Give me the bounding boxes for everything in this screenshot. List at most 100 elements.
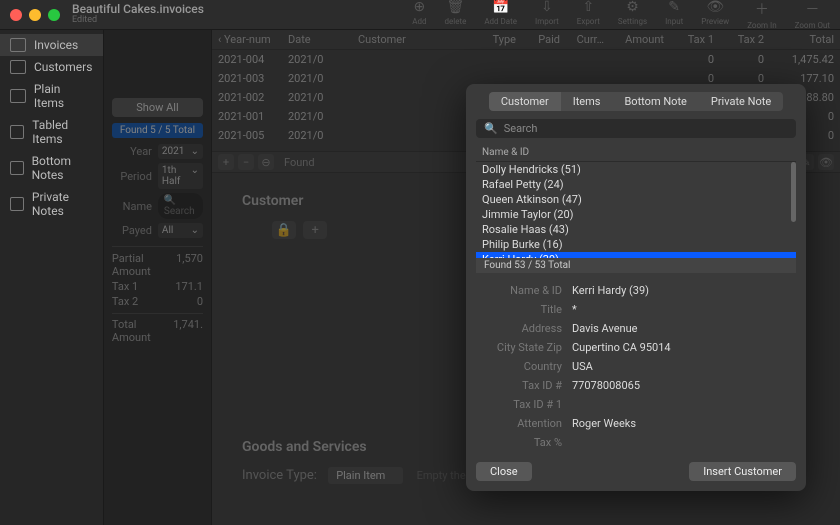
payed-select[interactable]: All⌄ xyxy=(158,223,203,238)
toolbar-export[interactable]: ⇧Export xyxy=(577,0,600,30)
toolbar: ⊕Add 🗑delete 📅Add Date ⇩Import ⇧Export ⚙Setti… xyxy=(412,0,830,30)
list-item[interactable]: Queen Atkinson (47) xyxy=(476,192,796,207)
tab-private-note[interactable]: Private Note xyxy=(699,92,783,111)
sidebar-item-private-notes[interactable]: Private Notes xyxy=(0,186,103,222)
toolbar-zoom-in[interactable]: ＋Zoom In xyxy=(747,0,776,30)
found-count-badge: Found 5 / 5 Total xyxy=(112,123,203,138)
toolbar-settings[interactable]: ⚙Settings xyxy=(618,0,647,30)
doc-icon xyxy=(10,161,24,175)
total-amount-value: 1,741. xyxy=(173,318,203,344)
col-date[interactable]: Date xyxy=(282,30,352,49)
toolbar-delete[interactable]: 🗑delete xyxy=(445,0,467,30)
modal-search-input[interactable]: 🔍 Search xyxy=(476,119,796,138)
sidebar-item-bottom-notes[interactable]: Bottom Notes xyxy=(0,150,103,186)
search-icon: 🔍 xyxy=(484,122,498,135)
sidebar-item-invoices[interactable]: Invoices xyxy=(0,34,103,56)
total-amount-label: Total Amount xyxy=(112,318,173,344)
tab-items[interactable]: Items xyxy=(561,92,613,111)
list-item[interactable]: Rafael Petty (24) xyxy=(476,177,796,192)
tax2-value: 0 xyxy=(197,295,203,308)
scrollbar-thumb[interactable] xyxy=(791,162,796,222)
partial-amount-label: Partial Amount xyxy=(112,252,176,278)
year-select[interactable]: 2021⌄ xyxy=(158,144,203,159)
doc-icon xyxy=(10,197,24,211)
preview-icon: 👁 xyxy=(706,0,724,15)
close-button[interactable]: Close xyxy=(476,462,532,481)
table-row[interactable]: 2021-0042021/0001,475.42 xyxy=(212,50,840,69)
sidebar-item-customers[interactable]: Customers xyxy=(0,56,103,78)
doc-icon xyxy=(10,60,26,74)
partial-amount-value: 1,570 xyxy=(176,252,203,278)
list-item[interactable]: Rosalie Haas (43) xyxy=(476,222,796,237)
toolbar-add[interactable]: ⊕Add xyxy=(412,0,426,30)
sidebar-item-tabled-items[interactable]: Tabled Items xyxy=(0,114,103,150)
toolbar-preview[interactable]: 👁Preview xyxy=(701,0,729,30)
sidebar: InvoicesCustomersPlain ItemsTabled Items… xyxy=(0,30,104,525)
settings-icon: ⚙ xyxy=(626,0,639,15)
list-item[interactable]: Jimmie Taylor (20) xyxy=(476,207,796,222)
modal-status: Found 53 / 53 Total xyxy=(476,258,796,273)
insert-customer-button[interactable]: Insert Customer xyxy=(689,462,796,481)
remove-row-button[interactable]: − xyxy=(238,154,254,170)
filter-panel: Show All Found 5 / 5 Total Year2021⌄ Per… xyxy=(104,30,212,525)
delete-icon: 🗑 xyxy=(447,0,465,15)
minimize-window-icon[interactable] xyxy=(29,9,41,21)
lock-icon[interactable]: 🔒 xyxy=(272,221,296,239)
add date-icon: 📅 xyxy=(492,0,509,15)
add-row-button[interactable]: + xyxy=(218,154,234,170)
modal-tabs: CustomerItemsBottom NotePrivate Note xyxy=(466,84,806,119)
detail-attention: Roger Weeks xyxy=(572,417,636,430)
name-label: Name xyxy=(112,200,152,213)
col-curr-[interactable]: Curr… xyxy=(566,30,610,49)
add-icon: ⊕ xyxy=(414,0,426,15)
col-type[interactable]: Type xyxy=(472,30,522,49)
tax1-label: Tax 1 xyxy=(112,280,138,293)
tab-bottom-note[interactable]: Bottom Note xyxy=(612,92,698,111)
window-controls xyxy=(10,9,60,21)
toolbar-import[interactable]: ⇩Import xyxy=(535,0,559,30)
period-select[interactable]: 1th Half⌄ xyxy=(158,163,203,189)
customer-picker-modal: CustomerItemsBottom NotePrivate Note 🔍 S… xyxy=(466,84,806,491)
col-paid[interactable]: Paid xyxy=(522,30,566,49)
close-window-icon[interactable] xyxy=(10,9,22,21)
col-amount[interactable]: Amount xyxy=(610,30,670,49)
detail-name: Kerri Hardy (39) xyxy=(572,284,649,297)
detail-csz: Cupertino CA 95014 xyxy=(572,341,671,354)
year-label: Year xyxy=(112,145,152,158)
add-lock-button[interactable]: + xyxy=(303,221,327,239)
payed-label: Payed xyxy=(112,224,152,237)
tax1-value: 171.1 xyxy=(175,280,203,293)
modal-list-header: Name & ID xyxy=(476,144,796,162)
detail-taxid: 77078008065 xyxy=(572,379,640,392)
list-item[interactable]: Philip Burke (16) xyxy=(476,237,796,252)
col-tax-2[interactable]: Tax 2 xyxy=(720,30,770,49)
modal-list[interactable]: Dolly Hendricks (51)Rafael Petty (24)Que… xyxy=(476,162,796,258)
list-item[interactable]: Kerri Hardy (39) xyxy=(476,252,796,258)
toolbar-add-date[interactable]: 📅Add Date xyxy=(484,0,517,30)
preview-mode-button[interactable]: 👁 xyxy=(818,154,834,170)
zoom-window-icon[interactable] xyxy=(48,9,60,21)
content-area: ‹ Year-numDateCustomerTypePaidCurr…Amoun… xyxy=(212,30,840,525)
toolbar-input[interactable]: ✎Input xyxy=(665,0,683,30)
input-icon: ✎ xyxy=(668,0,680,15)
col-total[interactable]: Total xyxy=(770,30,840,49)
doc-icon xyxy=(10,125,24,139)
invoice-type-label: Invoice Type: xyxy=(242,468,317,483)
show-all-button[interactable]: Show All xyxy=(112,98,203,117)
col-tax-1[interactable]: Tax 1 xyxy=(670,30,720,49)
name-search-input[interactable]: 🔍 Search xyxy=(158,193,203,219)
col-year-num[interactable]: ‹ Year-num xyxy=(212,30,282,49)
title-bar: Beautiful Cakes.invoices Edited ⊕Add🗑del… xyxy=(0,0,840,30)
toolbar-zoom-out[interactable]: －Zoom Out xyxy=(795,0,830,30)
collapse-button[interactable]: ⊖ xyxy=(258,154,274,170)
sidebar-item-plain-items[interactable]: Plain Items xyxy=(0,78,103,114)
import-icon: ⇩ xyxy=(541,0,553,15)
invoice-type-select[interactable]: Plain Item xyxy=(328,467,403,484)
tab-customer[interactable]: Customer xyxy=(489,92,561,111)
doc-icon xyxy=(10,38,26,52)
zoom in-icon: ＋ xyxy=(755,0,769,19)
col-customer[interactable]: Customer xyxy=(352,30,472,49)
zoom out-icon: － xyxy=(805,0,819,19)
list-item[interactable]: Dolly Hendricks (51) xyxy=(476,162,796,177)
detail-country: USA xyxy=(572,360,593,373)
